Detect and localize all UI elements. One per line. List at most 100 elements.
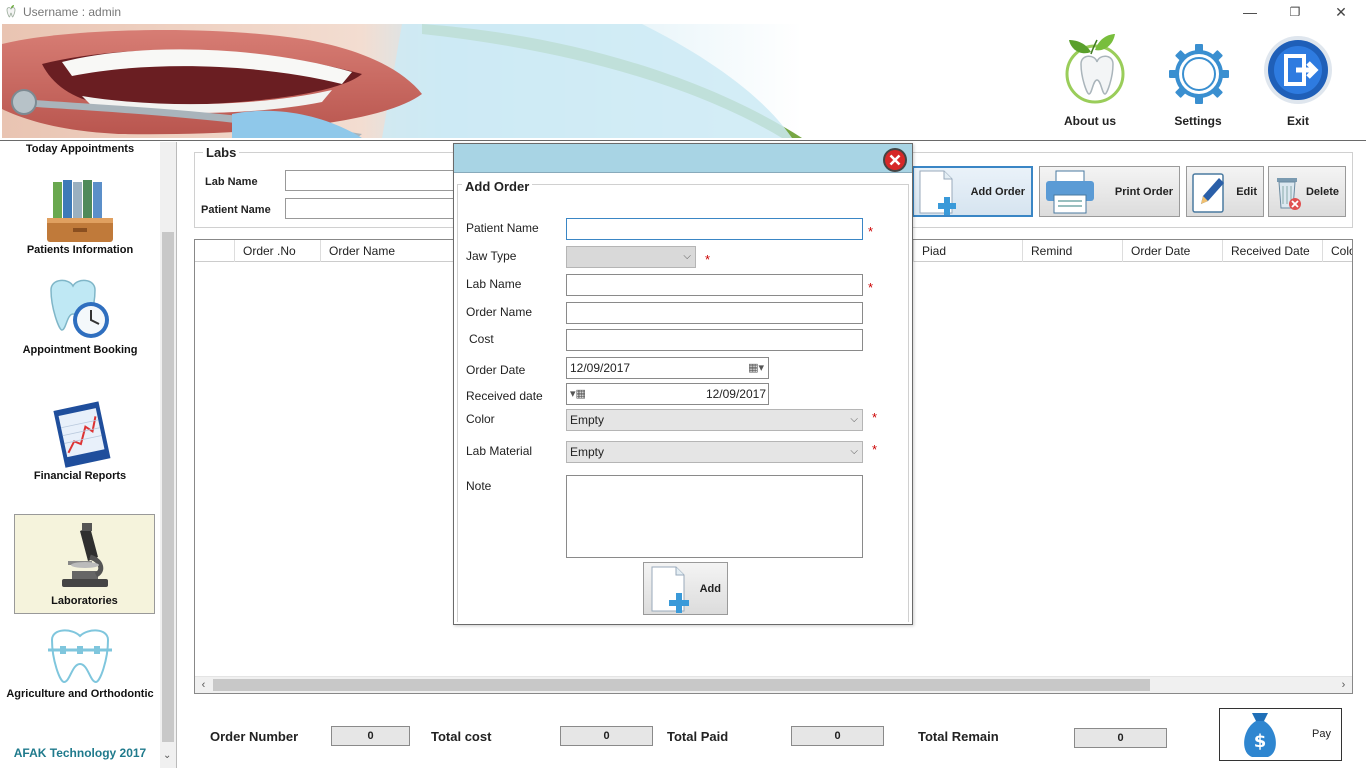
- dialog-title-bar: [454, 144, 912, 173]
- labs-legend: Labs: [203, 145, 240, 160]
- printer-icon: [1046, 170, 1094, 213]
- chevron-down-icon: ⌵: [850, 446, 858, 457]
- edit-button[interactable]: Edit: [1186, 166, 1264, 217]
- patient-name-label: Patient Name: [201, 204, 271, 216]
- dialog-close-icon[interactable]: [882, 147, 908, 173]
- lab-material-label: Lab Material: [466, 444, 533, 458]
- lab-material-select-value: Empty: [570, 445, 605, 459]
- order-name-label: Order Name: [466, 305, 533, 319]
- grid-column-header[interactable]: Piad: [913, 240, 1023, 262]
- sidebar-item-laboratories[interactable]: Laboratories: [14, 514, 155, 614]
- scroll-down-icon[interactable]: ⌄: [163, 750, 171, 761]
- add-button[interactable]: Add: [643, 562, 728, 615]
- order-name-field[interactable]: [566, 302, 863, 324]
- total-remain-label: Total Remain: [918, 729, 999, 744]
- header: About us Settings Exit: [0, 24, 1366, 141]
- microscope-icon: [61, 523, 108, 587]
- order-date-label: Order Date: [466, 363, 526, 377]
- cost-field[interactable]: [566, 329, 863, 351]
- grid-column-header[interactable]: Remind: [1023, 240, 1123, 262]
- sidebar-item-label: Patients Information: [26, 244, 134, 256]
- grid-column-header[interactable]: Order Name: [321, 240, 455, 262]
- edit-label: Edit: [1236, 185, 1257, 198]
- exit-button[interactable]: Exit: [1260, 32, 1336, 128]
- exit-icon: [1264, 36, 1332, 104]
- sidebar-item-agriculture-orthodontic[interactable]: Agriculture and Orthodontic: [0, 626, 160, 718]
- total-cost-label: Total cost: [431, 729, 492, 744]
- order-date-picker[interactable]: 12/09/2017 ▦▾: [566, 357, 769, 379]
- edit-pencil-icon: [1192, 172, 1224, 213]
- add-order-legend: Add Order: [462, 179, 533, 194]
- lab-name-label: Lab Name: [205, 176, 258, 188]
- sidebar-item-appointment-booking[interactable]: Appointment Booking: [0, 276, 160, 360]
- print-order-label: Print Order: [1114, 185, 1173, 198]
- scroll-left-icon[interactable]: ‹: [195, 677, 212, 693]
- received-date-picker[interactable]: ▾▦ 12/09/2017: [566, 383, 769, 405]
- note-textarea[interactable]: [566, 475, 863, 558]
- company-footer: AFAK Technology 2017: [13, 746, 147, 760]
- settings-label: Settings: [1174, 114, 1222, 128]
- patient-name-field[interactable]: [566, 218, 863, 240]
- about-us-button[interactable]: About us: [1052, 32, 1128, 128]
- grid-horizontal-scrollbar[interactable]: ‹ ›: [195, 676, 1352, 693]
- add-label: Add: [699, 583, 721, 595]
- grid-column-header[interactable]: [195, 240, 235, 262]
- received-date-label: Received date: [466, 389, 543, 403]
- binders-icon: [47, 180, 113, 242]
- total-paid-label: Total Paid: [667, 729, 729, 744]
- scroll-right-icon[interactable]: ›: [1335, 677, 1352, 693]
- minimize-button[interactable]: —: [1227, 0, 1273, 24]
- total-cost-value: 0: [560, 726, 653, 746]
- sidebar-item-label: Today Appointments: [25, 143, 135, 155]
- grid-column-header[interactable]: Colo: [1323, 240, 1352, 262]
- required-mark: *: [705, 252, 711, 267]
- dental-banner-image: [2, 24, 802, 138]
- restore-button[interactable]: ❐: [1272, 0, 1318, 24]
- lab-name-label: Lab Name: [466, 277, 522, 291]
- window-title: Username : admin: [23, 5, 122, 19]
- calendar-icon[interactable]: ▦▾: [748, 358, 764, 378]
- grid-column-header[interactable]: Received Date: [1223, 240, 1323, 262]
- add-document-icon: [651, 566, 689, 613]
- settings-button[interactable]: Settings: [1160, 32, 1236, 128]
- lab-name-input[interactable]: [285, 170, 455, 191]
- sidebar: Today Appointments Patients Information …: [0, 142, 177, 768]
- title-bar: Username : admin — ❐ ✕: [0, 0, 1366, 24]
- sidebar-item-today-appointments[interactable]: Today Appointments: [0, 143, 160, 155]
- order-number-label: Order Number: [210, 729, 299, 744]
- calendar-icon[interactable]: ▾▦: [570, 384, 586, 404]
- delete-label: Delete: [1305, 185, 1339, 198]
- patient-name-label: Patient Name: [466, 221, 539, 235]
- svg-text:$: $: [1254, 731, 1267, 752]
- required-mark: *: [872, 410, 878, 425]
- grid-scrollbar-thumb[interactable]: [213, 679, 1150, 691]
- lab-material-select[interactable]: Empty ⌵: [566, 441, 863, 463]
- total-paid-value: 0: [791, 726, 884, 746]
- chevron-down-icon: ⌵: [683, 251, 691, 262]
- patient-name-input[interactable]: [285, 198, 455, 219]
- add-order-button[interactable]: Add Order: [912, 166, 1033, 217]
- grid-column-header[interactable]: Order .No: [235, 240, 321, 262]
- pay-button[interactable]: $ Pay: [1219, 708, 1342, 761]
- delete-button[interactable]: Delete: [1268, 166, 1346, 217]
- close-window-button[interactable]: ✕: [1318, 0, 1364, 24]
- print-order-button[interactable]: Print Order: [1039, 166, 1180, 217]
- order-number-value: 0: [331, 726, 410, 746]
- money-bag-icon: $: [1244, 713, 1276, 757]
- order-date-value: 12/09/2017: [570, 361, 631, 375]
- color-select[interactable]: Empty ⌵: [566, 409, 863, 431]
- gear-icon: [1169, 44, 1229, 104]
- sidebar-item-label: Laboratories: [51, 595, 118, 607]
- sidebar-item-financial-reports[interactable]: Financial Reports: [0, 400, 160, 488]
- lab-name-field[interactable]: [566, 274, 863, 296]
- sidebar-item-patients-information[interactable]: Patients Information: [0, 178, 160, 264]
- grid-column-header[interactable]: Order Date: [1123, 240, 1223, 262]
- add-document-icon: [919, 170, 956, 215]
- tooth-leaf-icon: [1065, 34, 1125, 104]
- jaw-type-select[interactable]: ⌵: [566, 246, 696, 268]
- exit-label: Exit: [1286, 114, 1309, 128]
- sidebar-scrollbar-thumb[interactable]: [162, 232, 174, 742]
- cost-label: Cost: [469, 332, 494, 346]
- required-mark: *: [868, 224, 874, 239]
- sidebar-scrollbar[interactable]: ⌄: [160, 142, 176, 768]
